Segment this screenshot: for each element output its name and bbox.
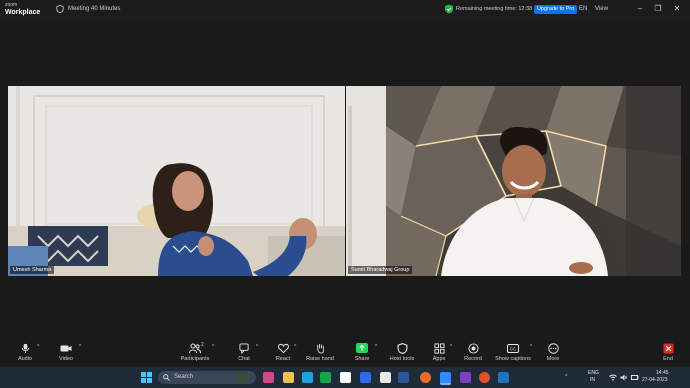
apps-icon — [433, 343, 445, 354]
zoom-logo: zoom Workplace — [5, 2, 40, 16]
tray-overflow-icon[interactable]: ^ — [565, 374, 567, 380]
video-tile-participant-1[interactable]: Umesh Sharma — [8, 86, 345, 276]
apps-label: Apps — [432, 356, 446, 362]
microphone-icon — [21, 343, 29, 354]
participants-options-caret[interactable]: ^ — [212, 344, 214, 350]
maximize-button[interactable]: ❐ — [652, 3, 664, 15]
battery-icon[interactable] — [631, 374, 639, 381]
security-shield-icon — [445, 4, 453, 14]
edge-browser-icon[interactable] — [302, 372, 313, 383]
chat-options-caret[interactable]: ^ — [256, 344, 258, 350]
hand-icon — [316, 343, 324, 354]
minimize-button[interactable]: – — [634, 3, 646, 15]
share-screen-icon — [356, 343, 368, 353]
participant-2-video — [346, 86, 681, 276]
participants-label: Participants — [180, 356, 210, 362]
clock-date[interactable]: 27-04-2023 — [642, 377, 668, 383]
language-indicator-line2[interactable]: IN — [590, 377, 595, 383]
file-explorer-icon[interactable] — [283, 372, 294, 383]
windows-taskbar: Search ^ ENG IN 14:45 27-04-2023 — [0, 367, 690, 388]
react-button[interactable]: React — [274, 343, 292, 362]
title-bar: zoom Workplace Meeting 40 Minutes Remain… — [0, 0, 690, 20]
participant-name-tag: Sumit Bharadwaj Group — [348, 266, 413, 274]
raise-hand-label: Raise hand — [306, 356, 334, 362]
audio-label: Audio — [17, 356, 33, 362]
app-icon-1[interactable] — [263, 372, 274, 383]
upgrade-button[interactable]: Upgrade to Pro — [534, 5, 578, 14]
record-label: Record — [464, 356, 482, 362]
apps-options-caret[interactable]: ^ — [450, 344, 452, 350]
meeting-info-icon[interactable] — [56, 5, 64, 13]
share-label: Share — [354, 356, 370, 362]
zoom-taskbar-icon[interactable] — [440, 372, 451, 385]
end-button[interactable]: End — [660, 343, 676, 362]
chat-label: Chat — [238, 356, 250, 362]
meeting-toolbar: Audio ^ Video ^ Participants 2 ^ Chat ^ … — [0, 340, 690, 367]
host-tools-label: Host tools — [389, 356, 415, 362]
logo-line-1: zoom — [5, 2, 18, 8]
language-selector[interactable]: EN — [579, 6, 587, 12]
chat-bubble-icon — [238, 343, 249, 354]
onenote-icon[interactable] — [460, 372, 471, 383]
show-captions-label: Show captions — [495, 356, 531, 362]
slack-icon[interactable] — [340, 372, 351, 383]
windows-start-icon[interactable] — [141, 372, 152, 383]
meeting-title: Meeting 40 Minutes — [68, 6, 121, 12]
firefox-icon[interactable] — [420, 372, 431, 383]
more-label: More — [546, 356, 560, 362]
telegram-icon[interactable] — [360, 372, 371, 383]
show-captions-button[interactable]: CC Show captions — [494, 343, 532, 362]
captions-options-caret[interactable]: ^ — [530, 344, 532, 350]
close-button[interactable]: ✕ — [671, 3, 683, 15]
react-heart-icon — [277, 343, 289, 354]
audio-options-caret[interactable]: ^ — [37, 344, 39, 350]
record-icon — [467, 343, 479, 354]
language-indicator-line1[interactable]: ENG — [588, 370, 599, 376]
host-tools-button[interactable]: Host tools — [388, 343, 416, 362]
app-icon-2[interactable] — [380, 372, 391, 383]
end-call-icon — [662, 343, 674, 354]
widgets-icon[interactable] — [237, 372, 248, 383]
react-options-caret[interactable]: ^ — [294, 344, 296, 350]
excel-icon[interactable] — [320, 372, 331, 383]
audio-button[interactable]: Audio — [14, 343, 36, 362]
remaining-time-text: Remaining meeting time: 12:38 — [456, 6, 533, 12]
word-icon[interactable] — [398, 372, 409, 383]
search-placeholder: Search — [174, 374, 194, 380]
video-options-caret[interactable]: ^ — [79, 344, 81, 350]
video-button[interactable]: Video — [55, 343, 77, 362]
react-label: React — [275, 356, 291, 362]
raise-hand-button[interactable]: Raise hand — [306, 343, 334, 362]
apps-button[interactable]: Apps — [430, 343, 448, 362]
video-label: Video — [59, 356, 73, 362]
speaker-icon[interactable] — [620, 374, 628, 381]
host-shield-icon — [397, 343, 407, 354]
video-camera-icon — [60, 345, 72, 352]
video-tile-participant-2[interactable]: Sumit Bharadwaj Group — [346, 86, 681, 276]
search-icon — [163, 374, 170, 381]
view-button[interactable]: View — [595, 6, 608, 12]
captions-icon: CC — [507, 344, 519, 353]
wifi-icon[interactable] — [609, 374, 617, 381]
svg-text:CC: CC — [510, 347, 517, 352]
participant-1-video — [8, 86, 345, 276]
chat-button[interactable]: Chat — [235, 343, 253, 362]
chrome-icon[interactable] — [479, 372, 490, 383]
more-dots-icon — [547, 343, 559, 354]
end-label: End — [663, 356, 673, 362]
more-button[interactable]: More — [544, 343, 562, 362]
participant-name-tag: Umesh Sharma — [10, 266, 55, 274]
share-options-caret[interactable]: ^ — [375, 344, 377, 350]
clock-time[interactable]: 14:45 — [656, 370, 669, 376]
share-button[interactable]: Share — [352, 343, 372, 362]
participants-count: 2 — [201, 342, 204, 348]
record-button[interactable]: Record — [463, 343, 483, 362]
participants-icon — [189, 343, 201, 354]
participants-button[interactable]: Participants — [180, 343, 210, 362]
app-icon-3[interactable] — [498, 372, 509, 383]
logo-line-2: Workplace — [5, 9, 41, 16]
